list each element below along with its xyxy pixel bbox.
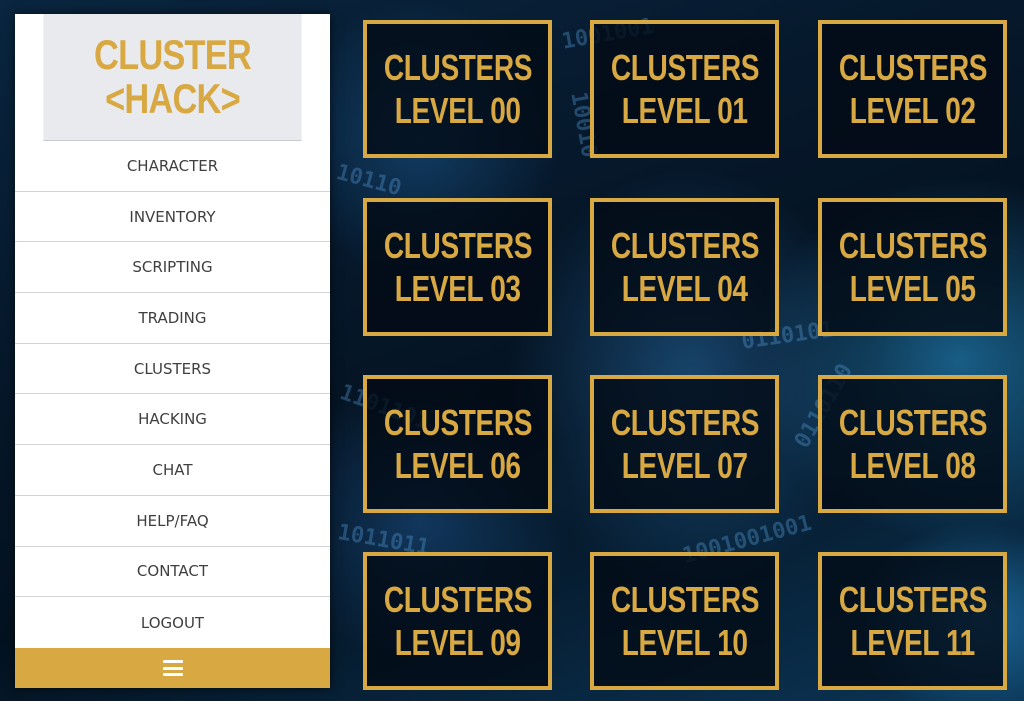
cluster-level-card-00[interactable]: CLUSTERS LEVEL 00: [363, 20, 552, 158]
cluster-level-card-06[interactable]: CLUSTERS LEVEL 06: [363, 375, 552, 513]
sidebar-item-character[interactable]: CHARACTER: [15, 141, 330, 192]
hamburger-menu-icon: [162, 660, 183, 676]
cluster-level-card-10[interactable]: CLUSTERS LEVEL 10: [590, 552, 779, 690]
card-level: LEVEL 01: [621, 90, 748, 131]
sidebar-menu: CHARACTER INVENTORY SCRIPTING TRADING CL…: [15, 141, 330, 648]
card-level: LEVEL 10: [621, 622, 748, 663]
cluster-level-card-04[interactable]: CLUSTERS LEVEL 04: [590, 198, 779, 336]
sidebar-item-hacking[interactable]: HACKING: [15, 394, 330, 446]
cluster-level-card-03[interactable]: CLUSTERS LEVEL 03: [363, 198, 552, 336]
logo[interactable]: CLUSTER <HACK>: [43, 14, 302, 141]
cluster-level-card-11[interactable]: CLUSTERS LEVEL 11: [818, 552, 1007, 690]
card-title: CLUSTERS: [383, 579, 532, 620]
binary-text: 10110: [333, 160, 404, 202]
sidebar-item-inventory[interactable]: INVENTORY: [15, 192, 330, 243]
card-title: CLUSTERS: [838, 47, 987, 88]
sidebar-toggle-button[interactable]: [15, 648, 330, 688]
card-level: LEVEL 09: [394, 622, 521, 663]
cluster-level-card-09[interactable]: CLUSTERS LEVEL 09: [363, 552, 552, 690]
sidebar-item-help-faq[interactable]: HELP/FAQ: [15, 496, 330, 547]
sidebar: CLUSTER <HACK> CHARACTER INVENTORY SCRIP…: [15, 14, 330, 688]
cluster-level-card-02[interactable]: CLUSTERS LEVEL 02: [818, 20, 1007, 158]
card-title: CLUSTERS: [838, 402, 987, 443]
card-title: CLUSTERS: [610, 402, 759, 443]
card-title: CLUSTERS: [838, 225, 987, 266]
card-level: LEVEL 00: [394, 90, 521, 131]
card-level: LEVEL 03: [394, 268, 521, 309]
sidebar-item-chat[interactable]: CHAT: [15, 445, 330, 496]
card-title: CLUSTERS: [383, 402, 532, 443]
card-level: LEVEL 04: [621, 268, 748, 309]
sidebar-item-scripting[interactable]: SCRIPTING: [15, 242, 330, 294]
card-title: CLUSTERS: [838, 579, 987, 620]
card-level: LEVEL 07: [621, 445, 748, 486]
card-title: CLUSTERS: [383, 225, 532, 266]
card-title: CLUSTERS: [610, 225, 759, 266]
cluster-level-card-08[interactable]: CLUSTERS LEVEL 08: [818, 375, 1007, 513]
logo-line-2: <HACK>: [105, 75, 241, 122]
sidebar-item-contact[interactable]: CONTACT: [15, 547, 330, 598]
card-title: CLUSTERS: [383, 47, 532, 88]
card-level: LEVEL 02: [849, 90, 976, 131]
card-level: LEVEL 06: [394, 445, 521, 486]
sidebar-item-trading[interactable]: TRADING: [15, 293, 330, 344]
card-level: LEVEL 11: [850, 622, 975, 663]
cluster-level-card-05[interactable]: CLUSTERS LEVEL 05: [818, 198, 1007, 336]
sidebar-item-clusters[interactable]: CLUSTERS: [15, 344, 330, 395]
card-level: LEVEL 05: [849, 268, 976, 309]
sidebar-item-logout[interactable]: LOGOUT: [15, 597, 330, 648]
logo-line-1: CLUSTER: [94, 31, 252, 78]
cluster-level-card-01[interactable]: CLUSTERS LEVEL 01: [590, 20, 779, 158]
card-level: LEVEL 08: [849, 445, 976, 486]
card-title: CLUSTERS: [610, 47, 759, 88]
card-title: CLUSTERS: [610, 579, 759, 620]
cluster-level-card-07[interactable]: CLUSTERS LEVEL 07: [590, 375, 779, 513]
